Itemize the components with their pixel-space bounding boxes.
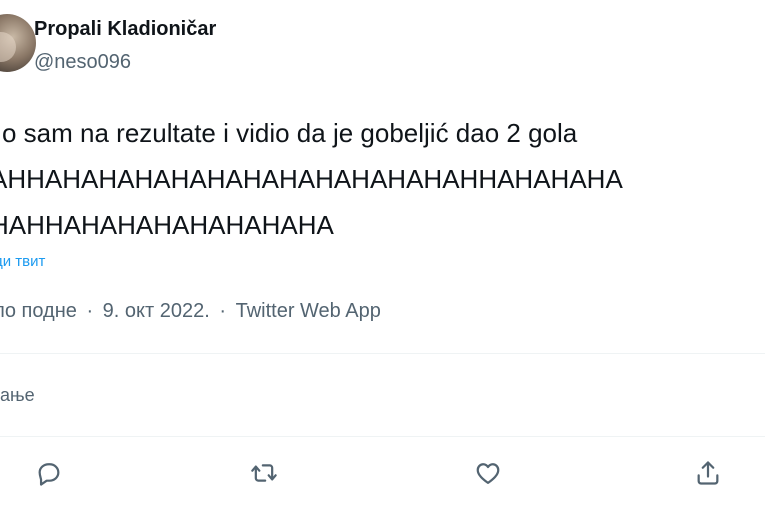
like-button[interactable]: [470, 455, 506, 491]
tweet-time[interactable]: по подне: [0, 300, 77, 322]
reply-icon: [38, 463, 60, 486]
meta-separator: ·: [86, 300, 94, 322]
tweet-date[interactable]: 9. окт 2022.: [103, 300, 210, 322]
share-icon: [697, 461, 719, 485]
tweet-text-line: o sam na rezultate i vidio da je gobelji…: [2, 118, 578, 148]
divider: [0, 353, 765, 354]
share-button[interactable]: [690, 455, 726, 491]
tweet-text-line: AHHAHAHAHAHAHAHAHAHAHAHAHAHHAHAHAHA: [0, 164, 623, 194]
avatar[interactable]: [0, 14, 36, 72]
heart-icon: [476, 463, 500, 485]
retweet-icon: [251, 464, 277, 482]
author-handle[interactable]: @neso096: [34, 51, 131, 74]
tweet-stats[interactable]: ђање: [0, 385, 35, 406]
meta-separator: ·: [219, 300, 227, 322]
author-display-name[interactable]: Propali Kladioničar: [34, 18, 216, 41]
tweet-meta: по подне · 9. окт 2022. · Twitter Web Ap…: [0, 300, 385, 323]
tweet-source: Twitter Web App: [235, 300, 381, 322]
divider: [0, 436, 765, 437]
reply-button[interactable]: [31, 455, 67, 491]
tweet-text: o sam na rezultate i vidio da je gobelji…: [0, 110, 765, 248]
tweet-text-line: HAHHAHAHAHAHAHAHAHA: [0, 210, 334, 240]
translate-tweet-link[interactable]: ди твит: [0, 253, 45, 270]
retweet-button[interactable]: [246, 455, 282, 491]
